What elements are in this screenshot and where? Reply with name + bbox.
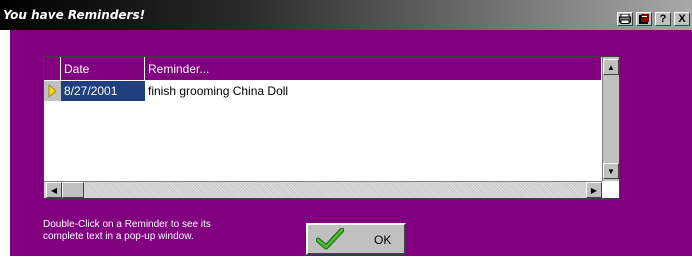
checkmark-icon [316,228,344,250]
scroll-right-icon[interactable]: ▶ [586,182,602,198]
dialog-body: Date Reminder... 8/27/2001 finish groomi… [10,30,692,256]
current-row-arrow-icon [48,84,57,98]
ok-button[interactable]: OK [306,223,406,255]
help-text: Double-Click on a Reminder to see its co… [43,219,293,243]
reminder-text-cell[interactable]: finish grooming China Doll [145,81,602,101]
ok-label: OK [374,233,392,247]
scroll-thumb[interactable] [62,182,84,198]
print-icon[interactable] [617,12,633,26]
scroll-left-icon[interactable]: ◀ [46,182,62,198]
horizontal-scrollbar[interactable]: ◀ ▶ [44,181,602,198]
vertical-scrollbar[interactable]: ▲ ▼ [602,57,619,181]
close-button[interactable]: X [674,12,690,26]
help-text-line-1: Double-Click on a Reminder to see its [43,219,211,230]
window-title: You have Reminders! [3,8,146,22]
reminders-grid[interactable]: Date Reminder... 8/27/2001 finish groomi… [43,56,620,199]
scroll-down-icon[interactable]: ▼ [603,163,619,179]
scroll-up-icon[interactable]: ▲ [603,59,619,75]
reminders-dialog: You have Reminders! ? X Date Reminder...… [0,0,692,260]
row-selector-header [44,57,61,81]
column-header-reminder[interactable]: Reminder... [145,57,602,81]
reminder-date-cell[interactable]: 8/27/2001 [61,81,145,101]
help-button[interactable]: ? [655,12,671,26]
notes-icon[interactable] [636,12,652,26]
title-bar[interactable]: You have Reminders! ? X [0,0,692,30]
column-header-date[interactable]: Date [61,57,145,81]
row-indicator[interactable] [44,81,61,101]
help-text-line-2: complete text in a pop-up window. [43,231,194,242]
